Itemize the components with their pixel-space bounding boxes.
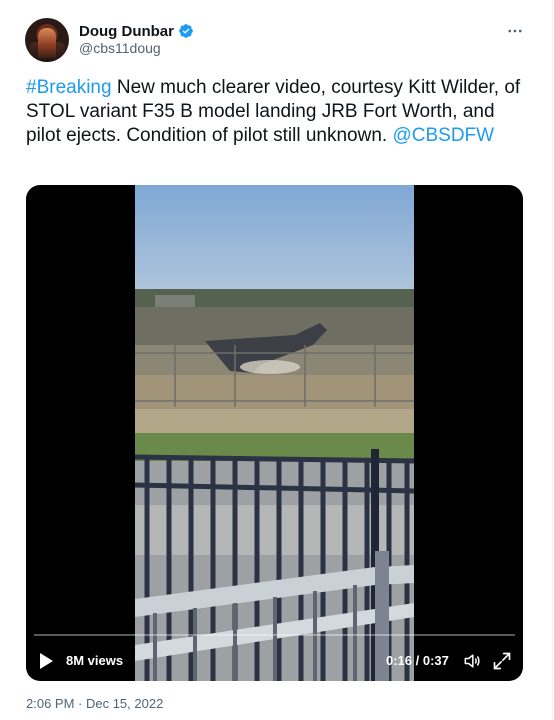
fullscreen-icon[interactable] (492, 651, 512, 671)
tweet-card: Doug Dunbar @cbs11doug #Breaking New muc… (0, 0, 553, 720)
more-horizontal-icon[interactable] (502, 20, 528, 42)
tweet-timestamp[interactable]: 2:06 PM · Dec 15, 2022 (26, 696, 163, 711)
video-frame[interactable] (135, 185, 414, 681)
play-icon[interactable] (38, 652, 54, 670)
mention-link[interactable]: @CBSDFW (392, 125, 494, 146)
verified-badge-icon (178, 23, 194, 39)
volume-icon[interactable] (462, 651, 482, 671)
avatar-figure-shape (38, 28, 56, 58)
hashtag-link[interactable]: #Breaking (26, 77, 112, 98)
progress-bar[interactable] (34, 634, 515, 636)
avatar[interactable] (25, 18, 69, 62)
video-player[interactable]: 8M views 0:16 / 0:37 (26, 185, 523, 681)
video-time: 0:16 / 0:37 (386, 653, 449, 668)
video-controls: 8M views 0:16 / 0:37 (26, 625, 523, 681)
video-still-image (135, 185, 414, 681)
tweet-text: #Breaking New much clearer video, courte… (26, 76, 526, 148)
view-count: 8M views (66, 653, 124, 668)
author-name-row: Doug Dunbar (79, 21, 194, 41)
author-display-name[interactable]: Doug Dunbar (79, 23, 174, 40)
author-handle[interactable]: @cbs11doug (79, 40, 161, 56)
